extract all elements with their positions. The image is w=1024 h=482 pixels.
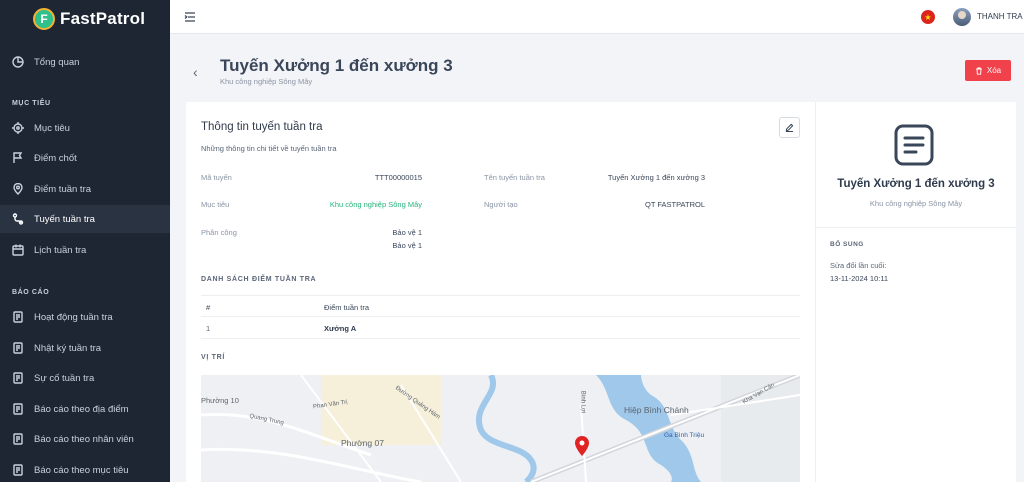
sidebar-item-label: Tuyến tuần tra xyxy=(34,213,95,225)
route-summary-card: Tuyến Xưởng 1 đến xưởng 3 Khu công nghiệ… xyxy=(816,102,1016,482)
last-modified-value: 13-11-2024 10:11 xyxy=(830,274,889,283)
sidebar-item-label: Nhật ký tuần tra xyxy=(34,342,102,354)
sidebar-item-report-log[interactable]: Nhật ký tuần tra xyxy=(0,334,170,362)
summary-subtitle: Khu công nghiệp Sông Mây xyxy=(869,199,963,208)
sidebar: F FastPatrol Tổng quan MỤC TIÊU Mục tiêu… xyxy=(0,0,170,482)
creator-value: QT FASTPATROL xyxy=(644,200,705,209)
sidebar-item-label: Tổng quan xyxy=(34,56,80,68)
assignment-label: Phân công xyxy=(201,228,237,237)
sidebar-item-checkpoints[interactable]: Điểm chốt xyxy=(0,144,170,172)
last-modified-label: Sửa đổi lần cuối: xyxy=(830,261,887,270)
report-icon xyxy=(12,464,24,476)
sidebar-item-targets[interactable]: Mục tiêu xyxy=(0,114,170,142)
sidebar-item-report-staff[interactable]: Báo cáo theo nhân viên xyxy=(0,425,170,453)
sidebar-item-report-target[interactable]: Báo cáo theo mục tiêu xyxy=(0,456,170,482)
trash-icon xyxy=(976,66,982,75)
table-header: # Điểm tuần tra xyxy=(201,295,800,317)
sidebar-item-label: Hoạt động tuần tra xyxy=(34,311,113,323)
sidebar-item-label: Báo cáo theo nhân viên xyxy=(34,433,134,445)
sidebar-item-patrol-points[interactable]: Điểm tuần tra xyxy=(0,175,170,203)
sidebar-item-report-activity[interactable]: Hoạt động tuần tra xyxy=(0,303,170,331)
map-pin-marker-icon[interactable] xyxy=(575,436,589,456)
sidebar-item-label: Lịch tuần tra xyxy=(34,244,87,256)
sidebar-item-label: Điểm chốt xyxy=(34,152,77,164)
route-icon xyxy=(12,213,24,225)
sidebar-item-label: Điểm tuần tra xyxy=(34,183,92,195)
route-info-card: Thông tin tuyến tuần tra Những thông tin… xyxy=(186,102,816,482)
sidebar-item-overview[interactable]: Tổng quan xyxy=(0,48,170,76)
column-header-checkpoint: Điểm tuần tra xyxy=(324,303,370,312)
report-icon xyxy=(12,403,24,415)
sidebar-item-patrol-routes[interactable]: Tuyến tuần tra xyxy=(0,205,170,233)
avatar[interactable] xyxy=(953,8,971,26)
target-link[interactable]: Khu công nghiệp Sông Mây xyxy=(330,200,422,209)
back-icon[interactable]: ‹ xyxy=(193,64,198,80)
language-flag-icon[interactable]: ★ xyxy=(921,10,935,24)
route-name-value: Tuyến Xưởng 1 đến xưởng 3 xyxy=(607,173,705,182)
extra-heading: BỔ SUNG xyxy=(830,241,864,248)
page-title: Tuyến Xưởng 1 đến xưởng 3 xyxy=(220,56,453,75)
sidebar-item-label: Báo cáo theo mục tiêu xyxy=(34,464,129,476)
edit-button[interactable] xyxy=(779,117,800,138)
table-row[interactable]: 1 Xưởng A xyxy=(201,317,800,339)
sidebar-item-label: Mục tiêu xyxy=(34,122,70,134)
row-index: 1 xyxy=(206,324,211,333)
target-label: Mục tiêu xyxy=(201,200,230,209)
username[interactable]: THANH TRA xyxy=(977,12,1023,21)
checkpoint-list-heading: DANH SÁCH ĐIỂM TUẦN TRA xyxy=(201,276,317,283)
delete-label: Xóa xyxy=(986,66,1002,75)
flag-icon xyxy=(12,152,24,164)
pie-chart-icon xyxy=(12,56,24,68)
page-subtitle: Khu công nghiệp Sông Mây xyxy=(220,77,313,86)
column-header-index: # xyxy=(206,303,211,312)
map-label: Ga Bình Triệu xyxy=(664,432,705,439)
card-title: Thông tin tuyến tuần tra xyxy=(201,121,323,133)
card-description: Những thông tin chi tiết về tuyến tuần t… xyxy=(201,144,337,153)
pencil-icon xyxy=(785,123,794,132)
app-logo[interactable]: F FastPatrol xyxy=(0,0,170,38)
sidebar-section-reports: BÁO CÁO xyxy=(12,289,50,296)
delete-button[interactable]: Xóa xyxy=(965,60,1011,81)
assignee-value: Bảo vệ 1 xyxy=(392,241,422,250)
map-canvas xyxy=(201,375,800,482)
map-label: Hiệp Bình Chánh xyxy=(624,405,689,415)
sidebar-item-label: Sự cố tuần tra xyxy=(34,372,95,384)
report-icon xyxy=(12,372,24,384)
sidebar-item-label: Báo cáo theo địa điểm xyxy=(34,403,129,415)
map-label: Bình Lợi xyxy=(579,390,586,414)
route-code-label: Mã tuyến xyxy=(201,173,232,182)
sidebar-item-report-incidents[interactable]: Sự cố tuần tra xyxy=(0,364,170,392)
summary-title: Tuyến Xưởng 1 đến xưởng 3 xyxy=(837,178,995,190)
row-checkpoint-name: Xưởng A xyxy=(324,324,357,333)
route-name-label: Tên tuyến tuần tra xyxy=(484,173,545,182)
report-icon xyxy=(12,342,24,354)
route-code-value: TTT00000015 xyxy=(374,173,422,182)
sidebar-section-targets: MỤC TIÊU xyxy=(12,100,51,107)
logo-mark-icon: F xyxy=(33,8,55,30)
sidebar-item-patrol-schedule[interactable]: Lịch tuần tra xyxy=(0,236,170,264)
assignee-value: Bảo vệ 1 xyxy=(392,228,422,237)
report-icon xyxy=(12,311,24,323)
divider xyxy=(816,227,1016,228)
report-icon xyxy=(12,433,24,445)
map-label: Phường 10 xyxy=(201,396,239,405)
location-heading: VỊ TRÍ xyxy=(201,354,226,361)
creator-label: Người tạo xyxy=(484,200,518,209)
sidebar-item-report-location[interactable]: Báo cáo theo địa điểm xyxy=(0,395,170,423)
document-icon xyxy=(894,124,934,166)
location-map[interactable]: Phường 10 Phan Văn Trị Quang Trung Đường… xyxy=(201,375,800,482)
app-name: FastPatrol xyxy=(60,9,146,28)
map-pin-icon xyxy=(12,183,24,195)
map-label: Phường 07 xyxy=(341,438,384,448)
crosshair-icon xyxy=(12,122,24,134)
menu-toggle-icon[interactable] xyxy=(184,11,196,23)
topbar: ★ THANH TRA xyxy=(170,0,1024,34)
calendar-icon xyxy=(12,244,24,256)
